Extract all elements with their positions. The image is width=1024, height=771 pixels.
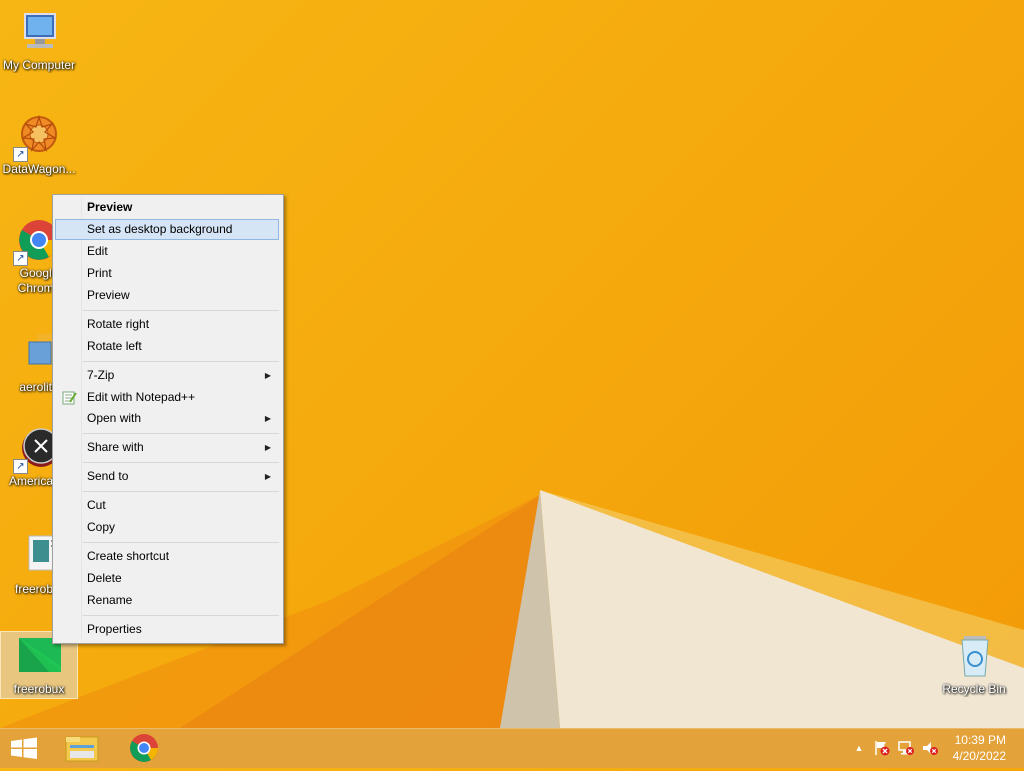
- menu-item-preview-default[interactable]: Preview: [55, 197, 279, 218]
- menu-separator: [83, 542, 279, 543]
- menu-item-send-to[interactable]: Send to ▶: [55, 466, 279, 487]
- file-explorer-icon: [65, 736, 99, 762]
- taskbar-chrome[interactable]: [116, 728, 172, 768]
- show-hidden-icons-chevron-icon[interactable]: ▲: [850, 739, 868, 757]
- menu-item-open-with[interactable]: Open with ▶: [55, 408, 279, 429]
- menu-separator: [83, 615, 279, 616]
- menu-separator: [83, 433, 279, 434]
- menu-item-rotate-right[interactable]: Rotate right: [55, 314, 279, 335]
- desktop-icon-label: freerobux: [13, 682, 65, 696]
- computer-icon: [15, 8, 63, 56]
- desktop-icon-label: Recycle Bin: [942, 682, 1006, 696]
- submenu-arrow-icon: ▶: [264, 443, 271, 452]
- menu-item-rotate-left[interactable]: Rotate left: [55, 336, 279, 357]
- network-icon[interactable]: [897, 739, 915, 757]
- menu-item-rename[interactable]: Rename: [55, 590, 279, 611]
- desktop-icon-label: DataWagon...: [2, 162, 76, 176]
- taskbar: ▲ 10:39 PM 4/20/2022: [0, 728, 1024, 768]
- menu-separator: [83, 310, 279, 311]
- system-clock[interactable]: 10:39 PM 4/20/2022: [953, 732, 1006, 764]
- desktop-icon-my-computer[interactable]: My Computer: [1, 8, 77, 73]
- notepadpp-icon: [61, 390, 77, 406]
- action-center-flag-icon[interactable]: [873, 739, 891, 757]
- datawagon-icon: ↗: [13, 112, 63, 162]
- windows-logo-icon: [11, 737, 37, 759]
- shortcut-arrow-icon: ↗: [13, 147, 28, 162]
- menu-item-share-with[interactable]: Share with ▶: [55, 437, 279, 458]
- menu-item-preview[interactable]: Preview: [55, 285, 279, 306]
- menu-separator: [83, 361, 279, 362]
- menu-separator: [83, 462, 279, 463]
- shortcut-arrow-icon: ↗: [13, 251, 28, 266]
- desktop[interactable]: My Computer ↗ DataWagon... ↗ Google Chro…: [0, 0, 1024, 728]
- clock-date: 4/20/2022: [952, 749, 1006, 763]
- menu-item-edit[interactable]: Edit: [55, 241, 279, 262]
- menu-item-cut[interactable]: Cut: [55, 495, 279, 516]
- menu-item-delete[interactable]: Delete: [55, 568, 279, 589]
- desktop-icon-label: My Computer: [2, 58, 76, 72]
- desktop-icon-datawagon[interactable]: ↗ DataWagon...: [1, 112, 77, 177]
- menu-separator: [83, 491, 279, 492]
- chrome-icon: [130, 734, 158, 762]
- context-menu: Preview Set as desktop background Edit P…: [52, 194, 284, 644]
- start-button[interactable]: [0, 728, 48, 768]
- recycle-bin-icon: [950, 632, 998, 680]
- menu-item-7zip[interactable]: 7-Zip ▶: [55, 365, 279, 386]
- menu-item-properties[interactable]: Properties: [55, 619, 279, 640]
- volume-muted-icon[interactable]: [921, 739, 939, 757]
- menu-item-set-desktop-background[interactable]: Set as desktop background: [55, 219, 279, 240]
- submenu-arrow-icon: ▶: [264, 414, 271, 423]
- menu-item-copy[interactable]: Copy: [55, 517, 279, 538]
- taskbar-file-explorer[interactable]: [54, 728, 110, 768]
- menu-item-create-shortcut[interactable]: Create shortcut: [55, 546, 279, 567]
- menu-item-edit-with-notepadpp[interactable]: Edit with Notepad++: [55, 387, 279, 408]
- desktop-icon-recycle-bin[interactable]: Recycle Bin: [936, 632, 1012, 697]
- clock-time: 10:39 PM: [954, 733, 1006, 747]
- submenu-arrow-icon: ▶: [264, 472, 271, 481]
- submenu-arrow-icon: ▶: [264, 371, 271, 380]
- menu-item-print[interactable]: Print: [55, 263, 279, 284]
- shortcut-arrow-icon: ↗: [13, 459, 28, 474]
